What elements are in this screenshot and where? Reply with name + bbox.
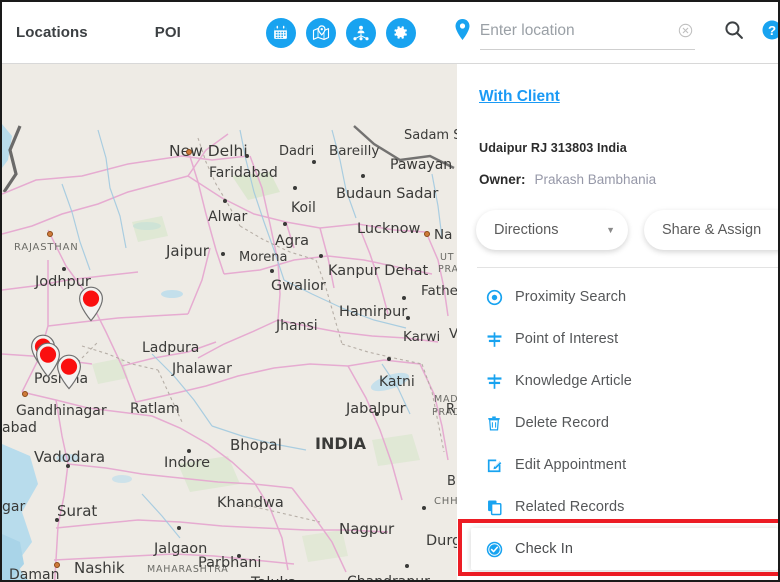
map-vector-layer — [2, 124, 455, 580]
map-city-dot — [237, 554, 241, 558]
chevron-down-icon: ▼ — [761, 226, 778, 235]
map-capital-dot — [22, 391, 28, 397]
menu-item-related-records[interactable]: Related Records — [457, 486, 778, 528]
address-text: Udaipur RJ 313803 India — [479, 141, 627, 155]
user-network-icon[interactable] — [345, 17, 376, 48]
share-assign-dropdown-label: Share & Assign — [662, 222, 762, 238]
status-link-with-client[interactable]: With Client — [479, 88, 560, 106]
svg-text:?: ? — [768, 23, 776, 38]
search-icon[interactable] — [723, 19, 745, 46]
tab-poi[interactable]: POI — [155, 24, 181, 41]
check-circle-icon — [485, 540, 503, 558]
map-city-dot — [405, 564, 409, 568]
map-capital-dot — [424, 231, 430, 237]
map-canvas[interactable]: New Delhi Dadri Bareilly Faridabad Pawayan Bu… — [2, 64, 457, 580]
calendar-icon[interactable] — [265, 17, 296, 48]
menu-item-check-in[interactable]: Check In — [471, 528, 778, 570]
map-city-dot — [406, 316, 410, 320]
map-city-dot — [422, 506, 426, 510]
owner-row: Owner: Prakash Bambhania — [479, 172, 656, 187]
menu-item-edit-appointment[interactable]: Edit Appointment — [457, 444, 778, 486]
map-city-dot — [293, 186, 297, 190]
target-icon — [485, 288, 503, 306]
map-city-dot — [62, 267, 66, 271]
menu-item-proximity-search[interactable]: Proximity Search — [457, 276, 778, 318]
menu-item-label: Proximity Search — [515, 289, 627, 305]
map-city-dot — [375, 412, 379, 416]
edit-pencil-icon — [485, 456, 503, 474]
copy-records-icon — [485, 498, 503, 516]
search-field-wrapper — [479, 16, 695, 50]
panel-dropdowns: Directions ▼ Share & Assign ▼ — [476, 210, 778, 250]
gear-icon[interactable] — [385, 17, 416, 48]
panel-action-menu: Proximity Search Point of Interest Knowled… — [457, 276, 778, 570]
help-circle-icon[interactable]: ? — [761, 19, 778, 46]
map-capital-dot — [47, 231, 53, 237]
map-city-dot — [312, 160, 316, 164]
app-window: Locations POI Enter location ? New Delhi… — [0, 0, 780, 582]
owner-value: Prakash Bambhania — [534, 172, 657, 187]
map-pin-icon — [454, 18, 471, 47]
top-toolbar: Locations POI Enter location ? — [2, 2, 778, 64]
tab-locations[interactable]: Locations — [16, 24, 88, 41]
map-city-dot — [245, 154, 249, 158]
menu-item-knowledge-article[interactable]: Knowledge Article — [457, 360, 778, 402]
signpost-icon — [485, 330, 503, 348]
menu-item-label: Knowledge Article — [515, 373, 632, 389]
menu-item-label: Check In — [515, 541, 574, 557]
menu-item-label: Delete Record — [515, 415, 609, 431]
map-location-icon[interactable] — [305, 17, 336, 48]
clear-circle-icon[interactable] — [678, 23, 693, 43]
detail-panel: With Client Udaipur RJ 313803 India Owne… — [457, 64, 778, 580]
map-city-dot — [55, 518, 59, 522]
map-city-dot — [402, 296, 406, 300]
directions-dropdown-label: Directions — [494, 222, 559, 238]
menu-item-label: Related Records — [515, 499, 625, 515]
nav-tabs: Locations POI — [2, 24, 181, 41]
owner-label: Owner: — [479, 172, 526, 187]
map-city-dot — [283, 222, 287, 226]
chevron-down-icon: ▼ — [606, 224, 615, 235]
menu-item-delete-record[interactable]: Delete Record — [457, 402, 778, 444]
map-city-dot — [53, 361, 57, 365]
menu-item-label: Point of Interest — [515, 331, 619, 347]
map-city-dot — [221, 252, 225, 256]
signpost-icon — [485, 372, 503, 390]
panel-divider — [477, 267, 778, 268]
map-city-dot — [361, 174, 365, 178]
map-city-dot — [66, 464, 70, 468]
location-search: ? — [454, 16, 778, 50]
map-city-dot — [177, 526, 181, 530]
menu-item-label: Edit Appointment — [515, 457, 627, 473]
toolbar-action-icons — [265, 17, 416, 48]
map-city-dot — [387, 357, 391, 361]
map-capital-dot — [186, 149, 192, 155]
trash-icon — [485, 414, 503, 432]
menu-item-point-of-interest[interactable]: Point of Interest — [457, 318, 778, 360]
map-city-dot — [270, 269, 274, 273]
map-city-dot — [223, 199, 227, 203]
share-assign-dropdown[interactable]: Share & Assign ▼ — [644, 210, 778, 250]
map-city-dot — [187, 449, 191, 453]
map-city-dot — [319, 254, 323, 258]
search-input[interactable] — [479, 21, 658, 43]
directions-dropdown[interactable]: Directions ▼ — [476, 210, 628, 250]
map-capital-dot — [54, 562, 60, 568]
